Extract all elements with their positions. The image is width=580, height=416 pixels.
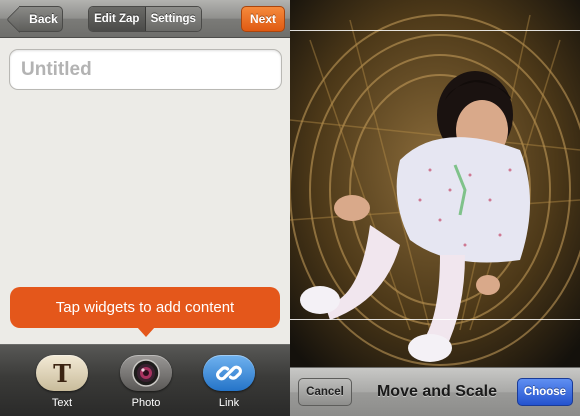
svg-text:T: T <box>53 360 71 386</box>
cancel-button-label: Cancel <box>306 386 344 398</box>
zap-editor-screen: Back Edit Zap Settings Next Untitled Tap… <box>0 0 290 416</box>
text-icon: T <box>36 355 88 391</box>
editor-segmented-control: Edit Zap Settings <box>88 6 202 32</box>
crop-frame <box>290 30 580 320</box>
link-widget-label: Link <box>218 397 240 409</box>
choose-button[interactable]: Choose <box>517 378 573 406</box>
widget-toolbar: T Text Photo Link <box>0 344 290 416</box>
title-input[interactable]: Untitled <box>9 49 282 90</box>
tab-settings[interactable]: Settings <box>145 7 201 31</box>
widget-hint-text: Tap widgets to add content <box>55 299 235 316</box>
next-button-label: Next <box>249 12 276 26</box>
tab-edit-zap-label: Edit Zap <box>94 13 140 25</box>
tab-settings-label: Settings <box>150 13 196 25</box>
tab-edit-zap[interactable]: Edit Zap <box>89 7 146 31</box>
title-input-placeholder: Untitled <box>21 58 92 80</box>
move-and-scale-screen: Cancel Move and Scale Choose <box>290 0 580 416</box>
next-button[interactable]: Next <box>241 6 285 32</box>
move-and-scale-title: Move and Scale <box>376 383 498 400</box>
widget-hint-tooltip: Tap widgets to add content <box>10 287 280 328</box>
editor-navbar: Back Edit Zap Settings Next <box>0 0 290 38</box>
cancel-button[interactable]: Cancel <box>298 378 352 406</box>
text-widget-button[interactable]: T Text <box>33 355 91 409</box>
back-button-label: Back <box>29 12 58 26</box>
photo-widget-button[interactable]: Photo <box>117 355 175 409</box>
text-widget-label: Text <box>51 397 73 409</box>
link-widget-button[interactable]: Link <box>200 355 258 409</box>
move-and-scale-toolbar: Cancel Move and Scale Choose <box>290 367 580 416</box>
back-button[interactable]: Back <box>19 6 63 32</box>
chain-link-icon <box>203 355 255 391</box>
camera-lens-icon <box>120 355 172 391</box>
photo-widget-label: Photo <box>131 397 161 409</box>
tooltip-arrow <box>137 327 155 337</box>
choose-button-label: Choose <box>523 386 567 398</box>
